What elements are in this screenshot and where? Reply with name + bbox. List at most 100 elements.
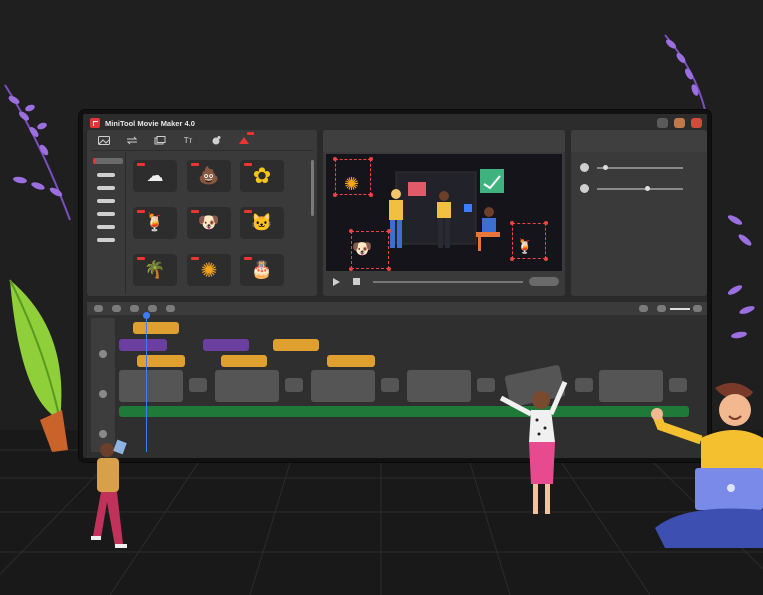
properties-panel [571, 130, 707, 296]
video-clip[interactable] [407, 370, 471, 402]
stop-button[interactable] [353, 278, 360, 285]
crop-button[interactable] [166, 305, 175, 312]
category-item[interactable] [97, 225, 115, 229]
audio-clip[interactable] [119, 406, 689, 417]
property-toggle-2[interactable] [580, 184, 589, 193]
filter-clip[interactable] [119, 339, 167, 351]
person-dragging-clip-illustration [499, 380, 568, 514]
playback-progress-bar[interactable] [373, 281, 523, 283]
transition-clip[interactable] [189, 378, 207, 392]
overlay-track-toggle[interactable] [99, 350, 107, 358]
timeline-toolbar [87, 302, 707, 315]
leaf-plant-illustration [9, 279, 68, 452]
transition-icon[interactable] [126, 135, 138, 145]
cake-icon: 🎂 [251, 260, 273, 279]
text-clip[interactable] [137, 355, 185, 367]
property-slider-2[interactable] [597, 188, 683, 190]
sticker-cloud[interactable]: ☁ [133, 160, 177, 192]
new-badge [191, 163, 199, 166]
video-clip[interactable] [215, 370, 279, 402]
property-toggle-1[interactable] [580, 163, 589, 172]
poop-icon: 💩 [198, 166, 220, 185]
sticker-cat[interactable]: 🐱 [240, 207, 284, 239]
category-divider [125, 152, 126, 294]
zoom-fit-button[interactable] [639, 305, 648, 312]
media-icon[interactable] [98, 135, 110, 145]
app-window: MiniTool Movie Maker 4.0 Tт ☁ 💩 ✿ 🍹 🐶 🐱 … [79, 110, 711, 462]
person-with-laptop-illustration [651, 382, 763, 548]
new-badge [244, 163, 252, 166]
transition-clip[interactable] [381, 378, 399, 392]
minimize-button[interactable] [657, 118, 668, 128]
undo-button[interactable] [94, 305, 103, 312]
sun-sticker-selection[interactable] [333, 157, 373, 197]
text-clip[interactable] [327, 355, 375, 367]
lavender-left-illustration [4, 84, 71, 221]
media-scrollbar[interactable] [311, 160, 314, 216]
transition-clip[interactable] [285, 378, 303, 392]
zoom-in-button[interactable] [693, 305, 702, 312]
text-clip[interactable] [221, 355, 267, 367]
category-item[interactable] [97, 173, 115, 177]
sticker-drink[interactable]: 🍹 [133, 207, 177, 239]
maximize-button[interactable] [674, 118, 685, 128]
new-badge [244, 210, 252, 213]
sticker-cake[interactable]: 🎂 [240, 254, 284, 286]
toolbar-divider [91, 150, 313, 151]
sticker-sun[interactable]: ✺ [187, 254, 231, 286]
text-clip[interactable] [273, 339, 319, 351]
preview-panel: ✺ 🐶 🍹 [323, 130, 565, 296]
cloud-icon: ☁ [146, 166, 164, 185]
zoom-slider[interactable] [670, 308, 690, 310]
new-badge [137, 257, 145, 260]
sticker-palm[interactable]: 🌴 [133, 254, 177, 286]
category-item-active[interactable] [93, 158, 123, 164]
play-button[interactable] [333, 278, 340, 286]
preview-screen[interactable]: ✺ 🐶 🍹 [326, 154, 562, 271]
new-badge [244, 257, 252, 260]
preview-header [323, 130, 565, 152]
transition-clip[interactable] [477, 378, 495, 392]
new-badge [137, 210, 145, 213]
video-clip[interactable] [311, 370, 375, 402]
timeline-panel [87, 302, 707, 458]
track-headers [91, 318, 115, 452]
fullscreen-button[interactable] [529, 277, 559, 286]
shiba-sticker-selection[interactable] [349, 229, 391, 271]
playhead[interactable] [143, 312, 150, 452]
properties-header [571, 130, 707, 152]
palm-icon: 🌴 [144, 260, 166, 279]
close-button[interactable] [691, 118, 702, 128]
category-item[interactable] [97, 212, 115, 216]
media-toolbar: Tт [87, 130, 317, 150]
transition-clip[interactable] [575, 378, 593, 392]
app-title: MiniTool Movie Maker 4.0 [105, 118, 195, 128]
category-item[interactable] [97, 186, 115, 190]
effects-icon[interactable] [154, 135, 166, 145]
category-item[interactable] [97, 238, 115, 242]
redo-button[interactable] [112, 305, 121, 312]
sticker-flower[interactable]: ✿ [240, 160, 284, 192]
filter-icon[interactable] [210, 135, 222, 145]
sticker-shiba[interactable]: 🐶 [187, 207, 231, 239]
text-icon[interactable]: Tт [182, 135, 194, 145]
category-item[interactable] [97, 199, 115, 203]
person-with-phone-illustration [91, 439, 127, 548]
new-badge [191, 257, 199, 260]
delete-button[interactable] [130, 305, 139, 312]
new-badge [191, 210, 199, 213]
property-slider-1[interactable] [597, 167, 683, 169]
video-clip[interactable] [119, 370, 183, 402]
text-clip[interactable] [133, 322, 179, 334]
filter-clip[interactable] [203, 339, 249, 351]
sun-icon: ✺ [200, 259, 218, 282]
sticker-poop[interactable]: 💩 [187, 160, 231, 192]
zoom-out-button[interactable] [657, 305, 666, 312]
cat-icon: 🐱 [251, 213, 273, 232]
video-track-toggle[interactable] [99, 390, 107, 398]
sticker-icon[interactable] [238, 132, 254, 145]
slider-1-handle[interactable] [603, 165, 608, 170]
split-button[interactable] [148, 305, 157, 312]
drink-sticker-selection[interactable] [510, 221, 548, 261]
slider-2-handle[interactable] [645, 186, 650, 191]
